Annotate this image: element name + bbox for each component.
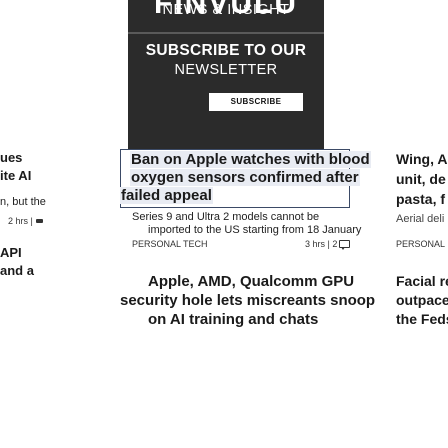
headline-line: API [0,245,22,260]
article-summary-line-1: Series 9 and Ultra 2 models cannot be [132,211,320,223]
article-headline-right-2[interactable]: Facial re outpace the Feds [396,272,448,329]
article-summary-right-1: Aerial deli [396,213,445,225]
article-headline-line-2[interactable]: oxygen sensors confirmed after [130,169,360,186]
article-meta: 3 hrs | 2 [305,239,351,250]
headline-line: Facial re [396,273,448,289]
right-article-column: Wing, A unit, de pasta, f Aerial deli PE… [394,149,448,448]
article-category-right-1[interactable]: PERSONAL [396,239,445,250]
headline-line: unit, de [396,171,446,187]
ad-divider [128,32,324,34]
headline-line: pasta, f [396,191,446,207]
headline-line: the Feds [396,311,448,327]
main-article-column: Ban on Apple watches with blood oxygen s… [120,149,392,448]
article-headline[interactable]: on AI training and chats [148,310,318,329]
headline-text: oxygen sensors confirmed after [130,169,360,186]
headline-line: security hole lets miscreants snoop [120,292,376,309]
headline-line: on AI training and chats [148,311,319,328]
article-headline-left-2[interactable]: API and a [0,244,34,280]
article-meta-left-1: 2 hrs | [8,216,43,227]
article-headline-left-1[interactable]: ues ite AI [0,149,31,185]
headline-line: ues [0,150,23,165]
article-summary-line-2: imported to the US starting from 18 Janu… [148,224,362,236]
article-age: 3 hrs [305,239,326,249]
article-headline[interactable]: security hole lets miscreants snoop [120,291,375,310]
comment-icon [35,219,43,223]
article-category[interactable]: PERSONAL TECH [132,239,208,250]
article-headline[interactable]: Apple, AMD, Qualcomm GPU [148,272,354,291]
headline-line: outpace [396,292,448,308]
subscribe-button[interactable]: SUBSCRIBE [209,93,303,111]
headline-line: Apple, AMD, Qualcomm GPU [148,273,355,290]
ad-headline: SUBSCRIBE TO OUR [145,42,307,59]
newsletter-ad-banner[interactable]: FINVULU NEWS & INSIGHT SUBSCRIBE TO OUR … [128,0,324,149]
headline-line: Wing, A [396,151,448,167]
article-headline-right-1[interactable]: Wing, A unit, de pasta, f [396,149,447,209]
ad-tagline: NEWS & INSIGHT [162,2,290,18]
article-age: 2 hrs | [8,216,33,226]
article-headline-line-1[interactable]: Ban on Apple watches with blood [130,151,371,168]
left-article-column: ues ite AI n, but the 2 hrs | API and a [0,149,78,448]
headline-text: failed appeal [120,187,213,204]
headline-line: and a [0,263,34,278]
article-headline-line-3[interactable]: failed appeal [120,187,213,204]
headline-line: ite AI [0,168,32,183]
headline-text: Ban on Apple watches with blood [130,151,371,168]
comment-icon[interactable] [339,240,351,250]
comment-count[interactable]: 2 [332,239,337,249]
ad-headline-sub: NEWSLETTER [174,62,278,78]
article-summary-left-1: n, but the [0,196,46,208]
